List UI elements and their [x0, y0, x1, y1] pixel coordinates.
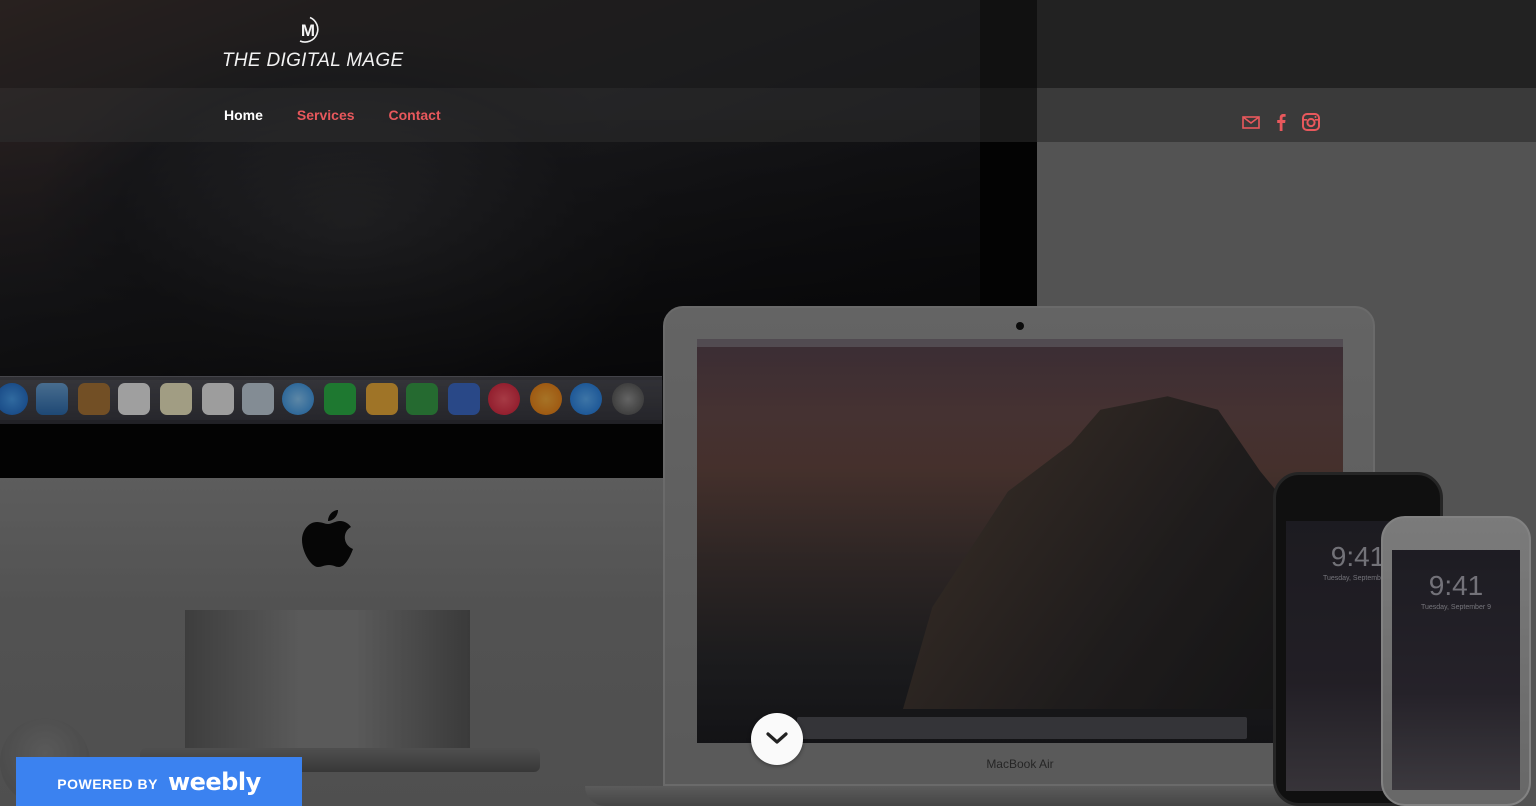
nav-item-home[interactable]: Home [224, 107, 263, 123]
logo-mark-icon: M [299, 16, 319, 43]
nav-item-contact[interactable]: Contact [389, 107, 441, 123]
logo-mark-letter: M [301, 21, 315, 40]
site-logo[interactable]: M THE DIGITAL MAGE [222, 16, 404, 72]
powered-by-weebly-badge[interactable]: POWERED BY weebly [16, 757, 302, 806]
header-top-bar-right [1037, 0, 1536, 88]
social-icons [1241, 112, 1321, 132]
main-nav: Home Services Contact [224, 107, 441, 123]
powered-by-label: POWERED BY [57, 775, 158, 792]
logo-text: THE DIGITAL MAGE [222, 50, 404, 71]
scroll-down-button[interactable] [751, 713, 803, 765]
mail-icon[interactable] [1241, 112, 1261, 132]
weebly-logo: weebly [167, 767, 261, 796]
chevron-down-icon [766, 732, 788, 744]
facebook-icon[interactable] [1271, 112, 1291, 132]
instagram-icon[interactable] [1301, 112, 1321, 132]
nav-item-services[interactable]: Services [297, 107, 355, 123]
